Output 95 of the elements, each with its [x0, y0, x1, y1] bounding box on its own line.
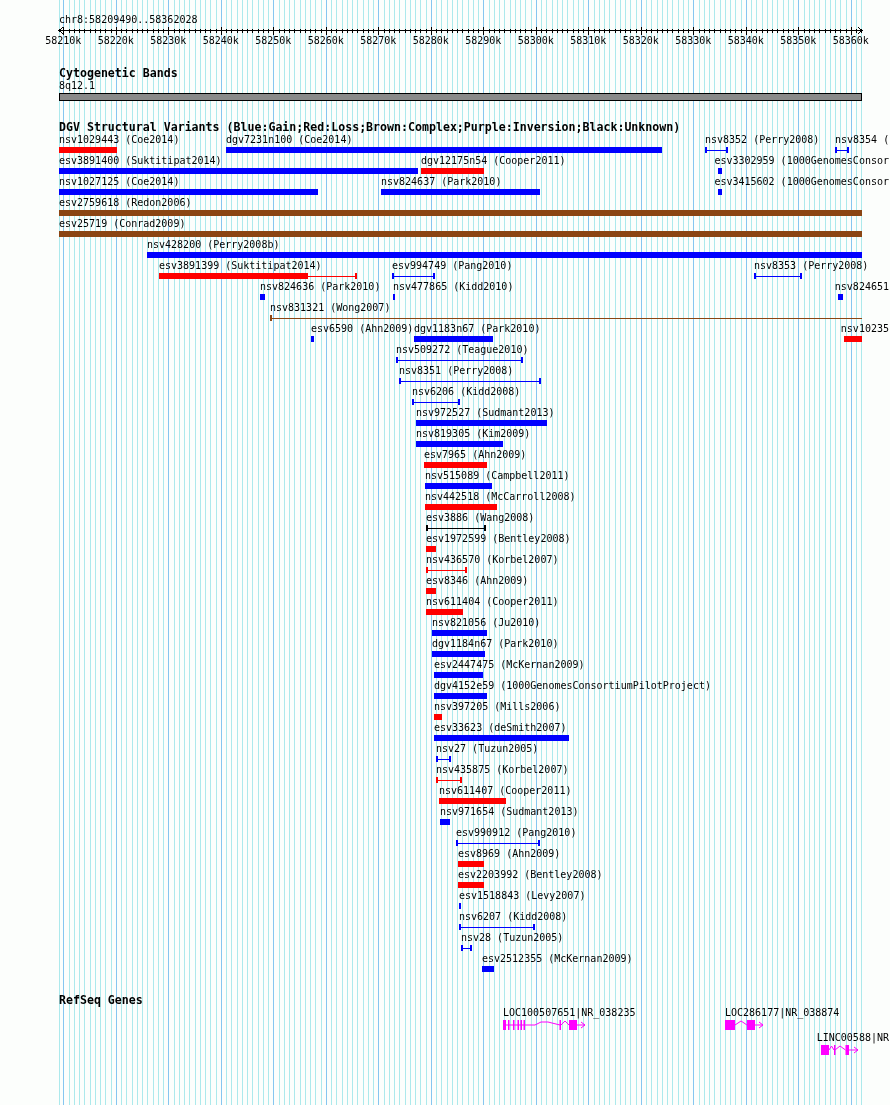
variant-label: esv3886 (Wang2008)	[426, 512, 535, 524]
gene-label: LINC00588|NR	[816, 1032, 889, 1044]
tick-label: 58230k	[150, 35, 187, 47]
variant-span[interactable]	[270, 315, 862, 321]
variant-label: dgv1184n67 (Park2010)	[432, 638, 559, 650]
variant-label: esv994749 (Pang2010)	[392, 260, 513, 272]
variant-span[interactable]	[754, 273, 802, 279]
variant-label: nsv824637 (Park2010)	[381, 176, 502, 188]
variant-label: nsv397205 (Mills2006)	[434, 701, 561, 713]
gene-label: LOC100507651|NR_038235	[503, 1007, 636, 1019]
variant-label: esv8346 (Ahn2009)	[426, 575, 529, 587]
tick-label: 58270k	[360, 35, 397, 47]
gene-model-drawing[interactable]	[821, 1045, 859, 1055]
tick-label: 58260k	[307, 35, 344, 47]
variant-label: nsv428200 (Perry2008b)	[147, 239, 280, 251]
variant-label: nsv971654 (Sudmant2013)	[440, 806, 579, 818]
gene-model-drawing[interactable]	[503, 1020, 586, 1030]
variant-span[interactable]	[835, 147, 849, 153]
variant-label: nsv611404 (Cooper2011)	[426, 596, 559, 608]
variant-span[interactable]	[392, 273, 435, 279]
tick-label: 58300k	[517, 35, 554, 47]
variant-label: esv3891399 (Suktitipat2014)	[159, 260, 322, 272]
tick-label: 58250k	[255, 35, 292, 47]
variant-span[interactable]	[461, 945, 472, 951]
tick-label: 58290k	[465, 35, 502, 47]
variant-label: dgv4152e59 (1000GenomesConsortiumPilotProject)	[434, 680, 711, 692]
variant-label: nsv8354 (	[835, 134, 890, 146]
variant-label: nsv515089 (Campbell2011)	[425, 470, 570, 482]
variant-label: nsv8352 (Perry2008)	[705, 134, 820, 146]
variant-label: nsv824651	[834, 281, 889, 293]
variant-span[interactable]	[459, 924, 535, 930]
variant-label: esv25719 (Conrad2009)	[59, 218, 186, 230]
tick-label: 58320k	[622, 35, 659, 47]
variant-span[interactable]	[436, 756, 451, 762]
variant-label: nsv972527 (Sudmant2013)	[416, 407, 555, 419]
variant-label: nsv6206 (Kidd2008)	[412, 386, 521, 398]
variant-label: nsv442518 (McCarroll2008)	[425, 491, 576, 503]
gene-model-drawing[interactable]	[725, 1020, 764, 1030]
tick-label: 58220k	[97, 35, 134, 47]
variant-label: dgv1183n67 (Park2010)	[414, 323, 541, 335]
variant-label: esv2447475 (McKernan2009)	[434, 659, 585, 671]
variant-label: nsv611407 (Cooper2011)	[439, 785, 572, 797]
variant-label: esv2203992 (Bentley2008)	[458, 869, 603, 881]
variant-label: nsv819305 (Kim2009)	[416, 428, 531, 440]
variant-label: esv990912 (Pang2010)	[456, 827, 577, 839]
variant-label: esv1518843 (Levy2007)	[459, 890, 586, 902]
variant-label: nsv27 (Tuzun2005)	[436, 743, 539, 755]
variant-label: dgv12175n54 (Cooper2011)	[421, 155, 566, 167]
tick-label: 58350k	[780, 35, 817, 47]
variant-label: esv3415602 (1000GenomesConsor	[714, 176, 889, 188]
tick-label: 58310k	[570, 35, 607, 47]
variant-label: esv2759618 (Redon2006)	[59, 197, 192, 209]
variant-label: esv3891400 (Suktitipat2014)	[59, 155, 222, 167]
variant-label: nsv28 (Tuzun2005)	[461, 932, 564, 944]
track-title: DGV Structural Variants (Blue:Gain;Red:Loss;Brown:Complex;Purple:Inversion;Black:Unknown)	[59, 121, 681, 134]
variant-label: nsv1029443 (Coe2014)	[59, 134, 180, 146]
variant-label: nsv8351 (Perry2008)	[399, 365, 514, 377]
tick-label: 58280k	[412, 35, 449, 47]
tick-label: 58330k	[675, 35, 712, 47]
variant-label: esv6590 (Ahn2009)	[311, 323, 414, 335]
variant-span[interactable]	[396, 357, 523, 363]
variant-label: nsv824636 (Park2010)	[260, 281, 381, 293]
tick-label: 58210k	[45, 35, 82, 47]
tick-label: 58240k	[202, 35, 239, 47]
variant-label: dgv7231n100 (Coe2014)	[226, 134, 353, 146]
tick-label: 58340k	[727, 35, 764, 47]
variant-label: nsv435875 (Korbel2007)	[436, 764, 569, 776]
variant-label: nsv1027125 (Coe2014)	[59, 176, 180, 188]
variant-label: esv3302959 (1000GenomesConsor	[714, 155, 889, 167]
gene-label: LOC286177|NR_038874	[725, 1007, 840, 1019]
variant-label: nsv831321 (Wong2007)	[270, 302, 391, 314]
variant-label: nsv6207 (Kidd2008)	[459, 911, 568, 923]
variant-label: nsv821056 (Ju2010)	[432, 617, 541, 629]
chromosome-band[interactable]	[59, 93, 862, 101]
variant-label: nsv436570 (Korbel2007)	[426, 554, 559, 566]
variant-span[interactable]	[456, 840, 540, 846]
variant-label: esv7965 (Ahn2009)	[424, 449, 527, 461]
region-label: chr8:58209490..58362028	[59, 14, 198, 26]
variant-label: nsv477865 (Kidd2010)	[393, 281, 514, 293]
variant-label: nsv8353 (Perry2008)	[754, 260, 869, 272]
variant-label: esv8969 (Ahn2009)	[458, 848, 561, 860]
tick-label: 58360k	[832, 35, 869, 47]
variant-span[interactable]	[705, 147, 728, 153]
variant-bar[interactable]	[159, 273, 357, 279]
variant-label: nsv509272 (Teague2010)	[396, 344, 529, 356]
variant-label: esv33623 (deSmith2007)	[434, 722, 567, 734]
variant-label: esv2512355 (McKernan2009)	[482, 953, 633, 965]
band-label: 8q12.1	[59, 80, 96, 92]
track-title: RefSeq Genes	[59, 994, 143, 1007]
variant-label: esv1972599 (Bentley2008)	[426, 533, 571, 545]
variant-span[interactable]	[399, 378, 541, 384]
track-title: Cytogenetic Bands	[59, 67, 178, 80]
variant-span[interactable]	[426, 525, 486, 531]
variant-label: nsv10235	[840, 323, 889, 335]
variant-span[interactable]	[412, 399, 460, 405]
